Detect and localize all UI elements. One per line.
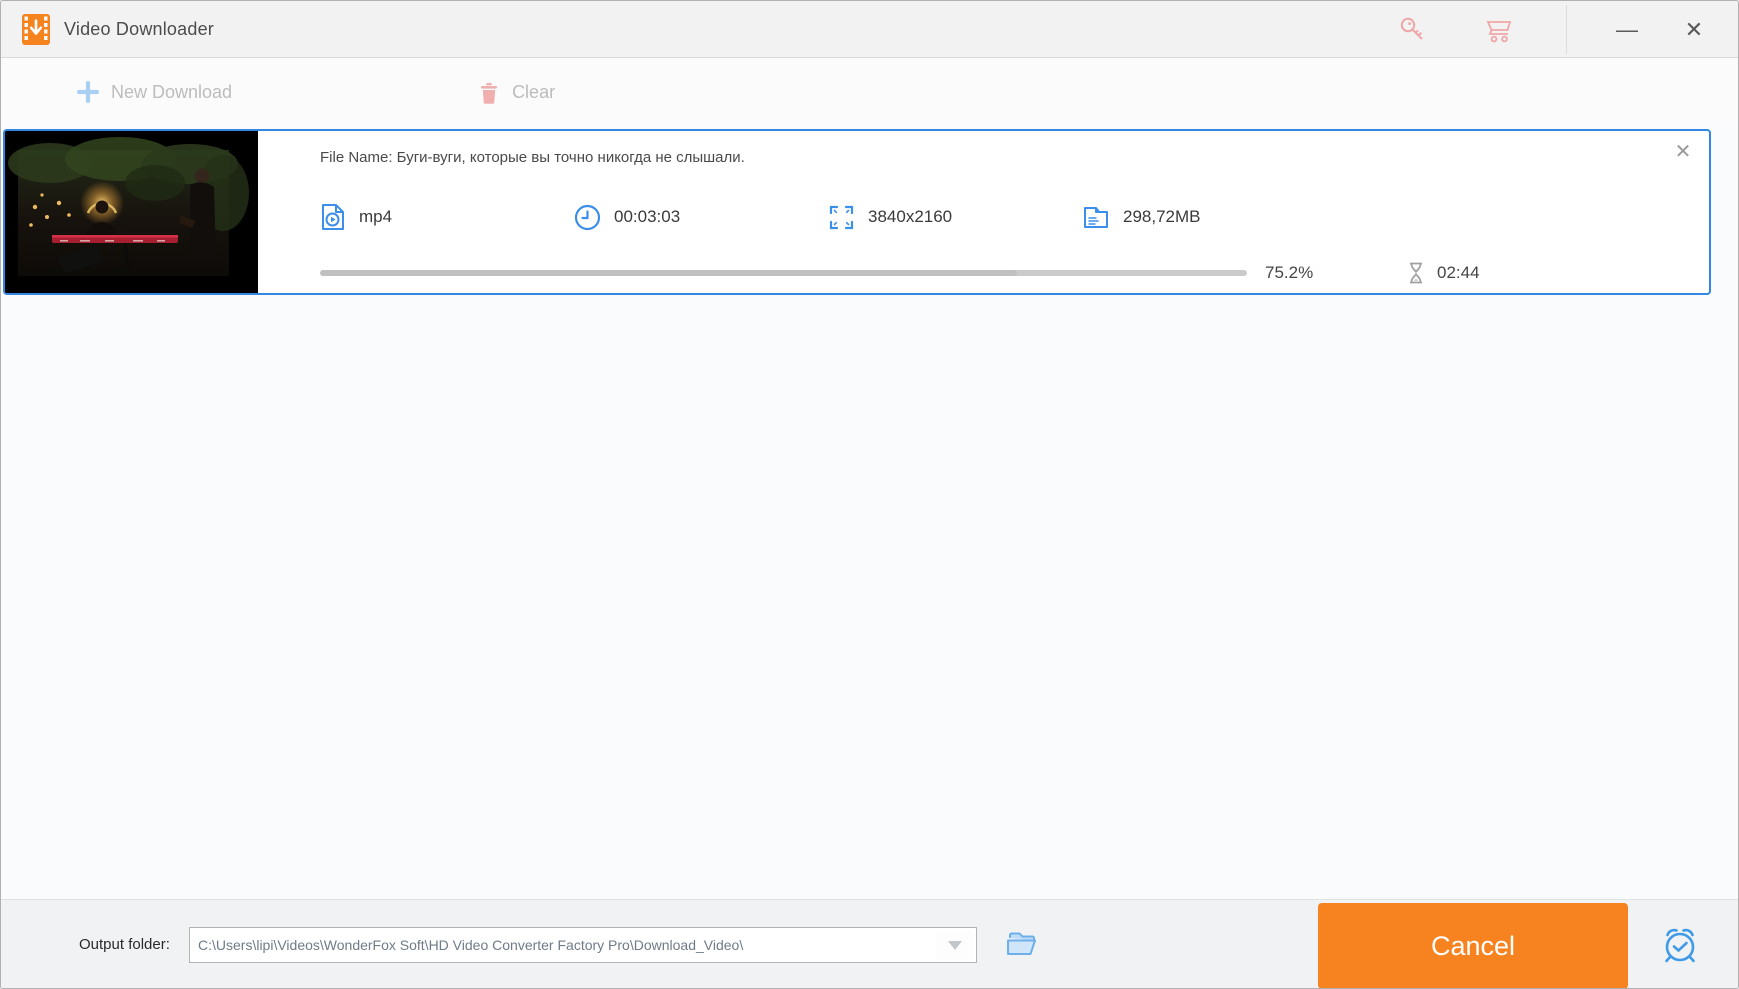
browse-folder-button[interactable]	[1004, 926, 1042, 964]
download-item-details: File Name: Буги-вуги, которые вы точно н…	[258, 131, 1709, 293]
duration-field: 00:03:03	[574, 204, 828, 231]
new-download-button[interactable]: New Download	[69, 70, 240, 114]
clock-icon	[574, 204, 601, 231]
resolution-value: 3840x2160	[868, 207, 953, 226]
resolution-field: 3840x2160	[828, 204, 1082, 231]
file-size-icon	[1082, 204, 1110, 230]
window-title: Video Downloader	[64, 19, 214, 39]
video-downloader-window: Video Downloader — ✕ New Download Clear …	[0, 0, 1739, 989]
schedule-alarm-button[interactable]	[1657, 922, 1703, 968]
register-key-button[interactable]	[1391, 9, 1433, 51]
store-cart-button[interactable]	[1478, 9, 1520, 51]
metadata-row: mp4 00:03:03 3840x2160 298,72MB	[320, 203, 1709, 231]
titlebar: Video Downloader — ✕	[1, 1, 1738, 58]
plus-icon	[77, 81, 99, 103]
download-item-card: File Name: Буги-вуги, которые вы точно н…	[3, 129, 1711, 295]
progress-percent: 75.2%	[1265, 263, 1314, 282]
format-value: mp4	[359, 207, 393, 226]
progress-bar	[320, 270, 1247, 276]
footer-bar: Output folder: Cancel	[1, 899, 1738, 988]
new-download-label: New Download	[111, 81, 233, 102]
clear-label: Clear	[512, 81, 556, 102]
progress-row: 75.2% 02:44	[320, 261, 1709, 285]
app-logo-icon	[22, 14, 50, 45]
filesize-value: 298,72MB	[1123, 207, 1201, 226]
eta-field: 02:44	[1407, 261, 1480, 285]
resolution-corners-icon	[828, 204, 855, 231]
path-dropdown-arrow-icon[interactable]	[936, 930, 974, 960]
trash-icon	[478, 80, 500, 104]
eta-value: 02:44	[1437, 263, 1480, 282]
toolbar: New Download Clear	[1, 58, 1738, 126]
progress-bar-fill	[320, 270, 1018, 276]
output-path-input[interactable]	[189, 927, 977, 963]
filesize-field: 298,72MB	[1082, 204, 1336, 230]
clear-button[interactable]: Clear	[470, 70, 563, 114]
minimize-button[interactable]: —	[1606, 9, 1648, 51]
file-name-text: File Name: Буги-вуги, которые вы точно н…	[320, 149, 745, 166]
remove-download-button[interactable]: ✕	[1669, 137, 1697, 165]
video-file-icon	[320, 203, 346, 231]
cancel-button[interactable]: Cancel	[1318, 903, 1628, 988]
titlebar-separator	[1566, 5, 1567, 54]
download-list: File Name: Буги-вуги, которые вы точно н…	[1, 126, 1738, 899]
hourglass-icon	[1407, 261, 1425, 285]
format-field: mp4	[320, 203, 574, 231]
output-folder-label: Output folder:	[79, 936, 170, 953]
output-path-combobox	[189, 927, 977, 963]
video-thumbnail	[5, 131, 258, 293]
window-close-button[interactable]: ✕	[1673, 9, 1715, 51]
duration-value: 00:03:03	[614, 207, 681, 226]
